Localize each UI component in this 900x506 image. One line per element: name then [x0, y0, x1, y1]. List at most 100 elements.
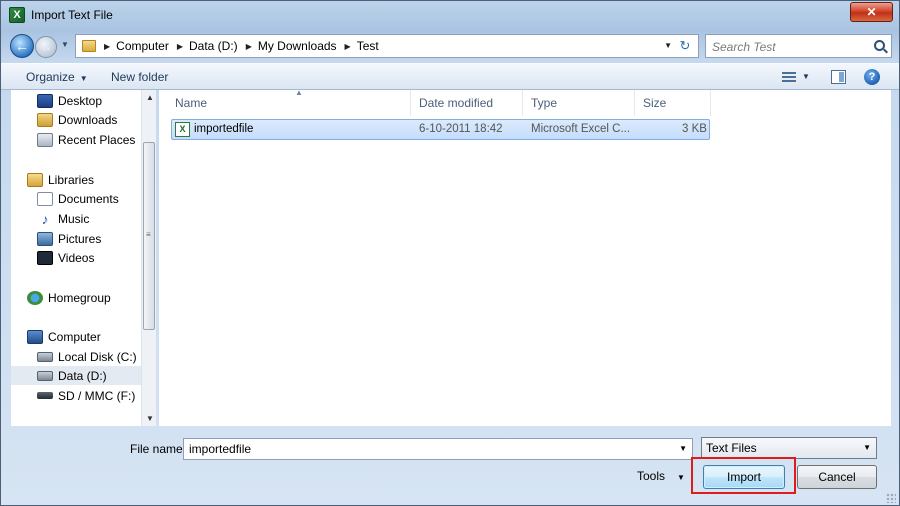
chevron-down-icon: ▼: [677, 473, 685, 482]
recent-places-icon: [37, 132, 53, 147]
sidebar-item-label: Data (D:): [58, 368, 107, 383]
column-header-date-modified[interactable]: Date modified: [411, 90, 523, 116]
new-folder-button[interactable]: New folder: [111, 70, 168, 84]
file-row-importedfile[interactable]: X importedfile 6-10-2011 18:42 Microsoft…: [171, 119, 710, 140]
close-button[interactable]: ✕: [850, 2, 893, 22]
sidebar-item-label: Homegroup: [48, 290, 111, 305]
import-button[interactable]: Import: [703, 465, 785, 489]
title-bar: X Import Text File ✕: [1, 1, 899, 29]
file-name-label: File name:: [130, 442, 187, 456]
sidebar-item-label: Documents: [58, 191, 119, 206]
breadcrumb: ▶ Computer ▶ Data (D:) ▶ My Downloads ▶ …: [96, 39, 379, 53]
sidebar-item-label: Music: [58, 211, 90, 226]
breadcrumb-separator-icon[interactable]: ▶: [246, 42, 252, 51]
file-date-cell: 6-10-2011 18:42: [419, 123, 503, 135]
refresh-icon[interactable]: ↻: [676, 37, 694, 55]
column-header-size[interactable]: Size: [635, 90, 711, 116]
resize-grip-icon[interactable]: [886, 493, 896, 503]
file-type-select[interactable]: Text Files ▼: [701, 437, 877, 459]
downloads-folder-icon: [37, 112, 53, 127]
breadcrumb-separator-icon[interactable]: ▶: [345, 42, 351, 51]
excel-csv-file-icon: X: [175, 122, 190, 137]
sidebar-item-desktop[interactable]: Desktop: [37, 91, 156, 110]
tools-label: Tools: [637, 469, 666, 483]
command-toolbar: Organize ▼ New folder ▼ ?: [1, 63, 899, 90]
breadcrumb-my-downloads[interactable]: My Downloads: [258, 39, 337, 53]
scroll-down-icon[interactable]: ▼: [146, 414, 154, 423]
file-name-field[interactable]: importedfile ▼: [183, 438, 693, 460]
preview-pane-icon[interactable]: [831, 70, 846, 84]
drive-icon: [37, 370, 53, 381]
pictures-icon: [37, 231, 53, 246]
change-view-icon[interactable]: [782, 72, 796, 82]
sidebar-item-recent-places[interactable]: Recent Places: [37, 130, 156, 149]
documents-icon: [37, 191, 53, 206]
forward-button[interactable]: →: [35, 36, 57, 58]
search-placeholder: Search Test: [712, 40, 776, 54]
sidebar-item-data-d[interactable]: Data (D:): [11, 366, 141, 385]
sidebar-item-label: Pictures: [58, 231, 102, 246]
organize-menu-button[interactable]: Organize ▼: [26, 70, 88, 84]
file-type-value: Text Files: [706, 441, 757, 455]
breadcrumb-separator-icon: ▶: [104, 41, 111, 51]
file-name-value: importedfile: [189, 442, 252, 456]
computer-icon: [27, 329, 43, 344]
breadcrumb-computer[interactable]: Computer: [116, 39, 169, 53]
import-text-file-dialog: X Import Text File ✕ ← → ▼ ▶ Computer ▶ …: [0, 0, 900, 506]
search-icon[interactable]: [874, 40, 885, 51]
sidebar-item-computer[interactable]: Computer: [27, 327, 156, 346]
sidebar-item-libraries[interactable]: Libraries: [27, 170, 156, 189]
file-name-cell: importedfile: [194, 123, 254, 135]
homegroup-icon: [27, 290, 43, 305]
desktop-icon: [37, 93, 53, 108]
column-header-name[interactable]: Name ▲: [167, 88, 411, 116]
recent-pages-dropdown[interactable]: ▼: [61, 40, 69, 49]
videos-icon: [37, 250, 53, 265]
address-dropdown-icon[interactable]: ▼: [664, 41, 672, 50]
file-name-history-dropdown-icon[interactable]: ▼: [679, 444, 687, 453]
dialog-footer: File name: importedfile ▼ Text Files ▼ T…: [1, 426, 899, 506]
view-options-dropdown-icon[interactable]: ▼: [802, 72, 810, 81]
sidebar-item-label: Videos: [58, 250, 95, 265]
organize-label: Organize: [26, 70, 75, 84]
file-size-cell: 3 KB: [682, 123, 707, 135]
address-row: ← → ▼ ▶ Computer ▶ Data (D:) ▶ My Downlo…: [1, 31, 899, 61]
navigation-pane: Desktop Downloads Recent Places Librarie…: [11, 90, 156, 426]
music-icon: ♪: [41, 210, 49, 227]
chevron-down-icon: ▼: [79, 74, 88, 83]
navigation-pane-scrollbar[interactable]: ▲ ≡ ▼: [141, 90, 156, 426]
sidebar-item-sd-mmc-f[interactable]: SD / MMC (F:): [37, 386, 156, 405]
sort-ascending-icon: ▲: [295, 88, 303, 97]
search-input[interactable]: Search Test: [705, 34, 892, 58]
file-list: Name ▲ Date modified Type Size X importe…: [159, 88, 891, 426]
scroll-up-icon[interactable]: ▲: [146, 93, 154, 102]
folder-icon: [82, 40, 96, 52]
sidebar-item-label: Libraries: [48, 172, 95, 187]
breadcrumb-data-drive[interactable]: Data (D:): [189, 39, 238, 53]
breadcrumb-test[interactable]: Test: [357, 39, 379, 53]
back-button[interactable]: ←: [10, 34, 34, 58]
column-header-type[interactable]: Type: [523, 90, 635, 116]
sidebar-item-label: Computer: [48, 329, 101, 344]
sidebar-item-label: Local Disk (C:): [58, 349, 137, 364]
sidebar-item-homegroup[interactable]: Homegroup: [27, 288, 156, 307]
excel-app-icon: X: [9, 7, 25, 23]
sidebar-item-music[interactable]: ♪ Music: [37, 209, 156, 228]
sidebar-item-downloads[interactable]: Downloads: [37, 110, 156, 129]
sidebar-item-label: Downloads: [58, 112, 118, 127]
address-bar[interactable]: ▶ Computer ▶ Data (D:) ▶ My Downloads ▶ …: [75, 34, 699, 58]
sidebar-item-documents[interactable]: Documents: [37, 189, 156, 208]
sidebar-item-pictures[interactable]: Pictures: [37, 229, 156, 248]
sidebar-item-videos[interactable]: Videos: [37, 248, 156, 267]
sidebar-item-label: SD / MMC (F:): [58, 388, 136, 403]
file-type-cell: Microsoft Excel C...: [531, 123, 631, 135]
sidebar-item-label: Recent Places: [58, 132, 136, 147]
tools-menu-button[interactable]: Tools ▼: [637, 469, 685, 483]
sidebar-item-label: Desktop: [58, 93, 103, 108]
local-disk-icon: [37, 351, 53, 362]
chevron-down-icon: ▼: [863, 443, 871, 452]
breadcrumb-separator-icon[interactable]: ▶: [177, 42, 183, 51]
help-icon[interactable]: ?: [864, 69, 880, 85]
cancel-button[interactable]: Cancel: [797, 465, 877, 489]
sidebar-item-local-disk-c[interactable]: Local Disk (C:): [37, 347, 156, 366]
